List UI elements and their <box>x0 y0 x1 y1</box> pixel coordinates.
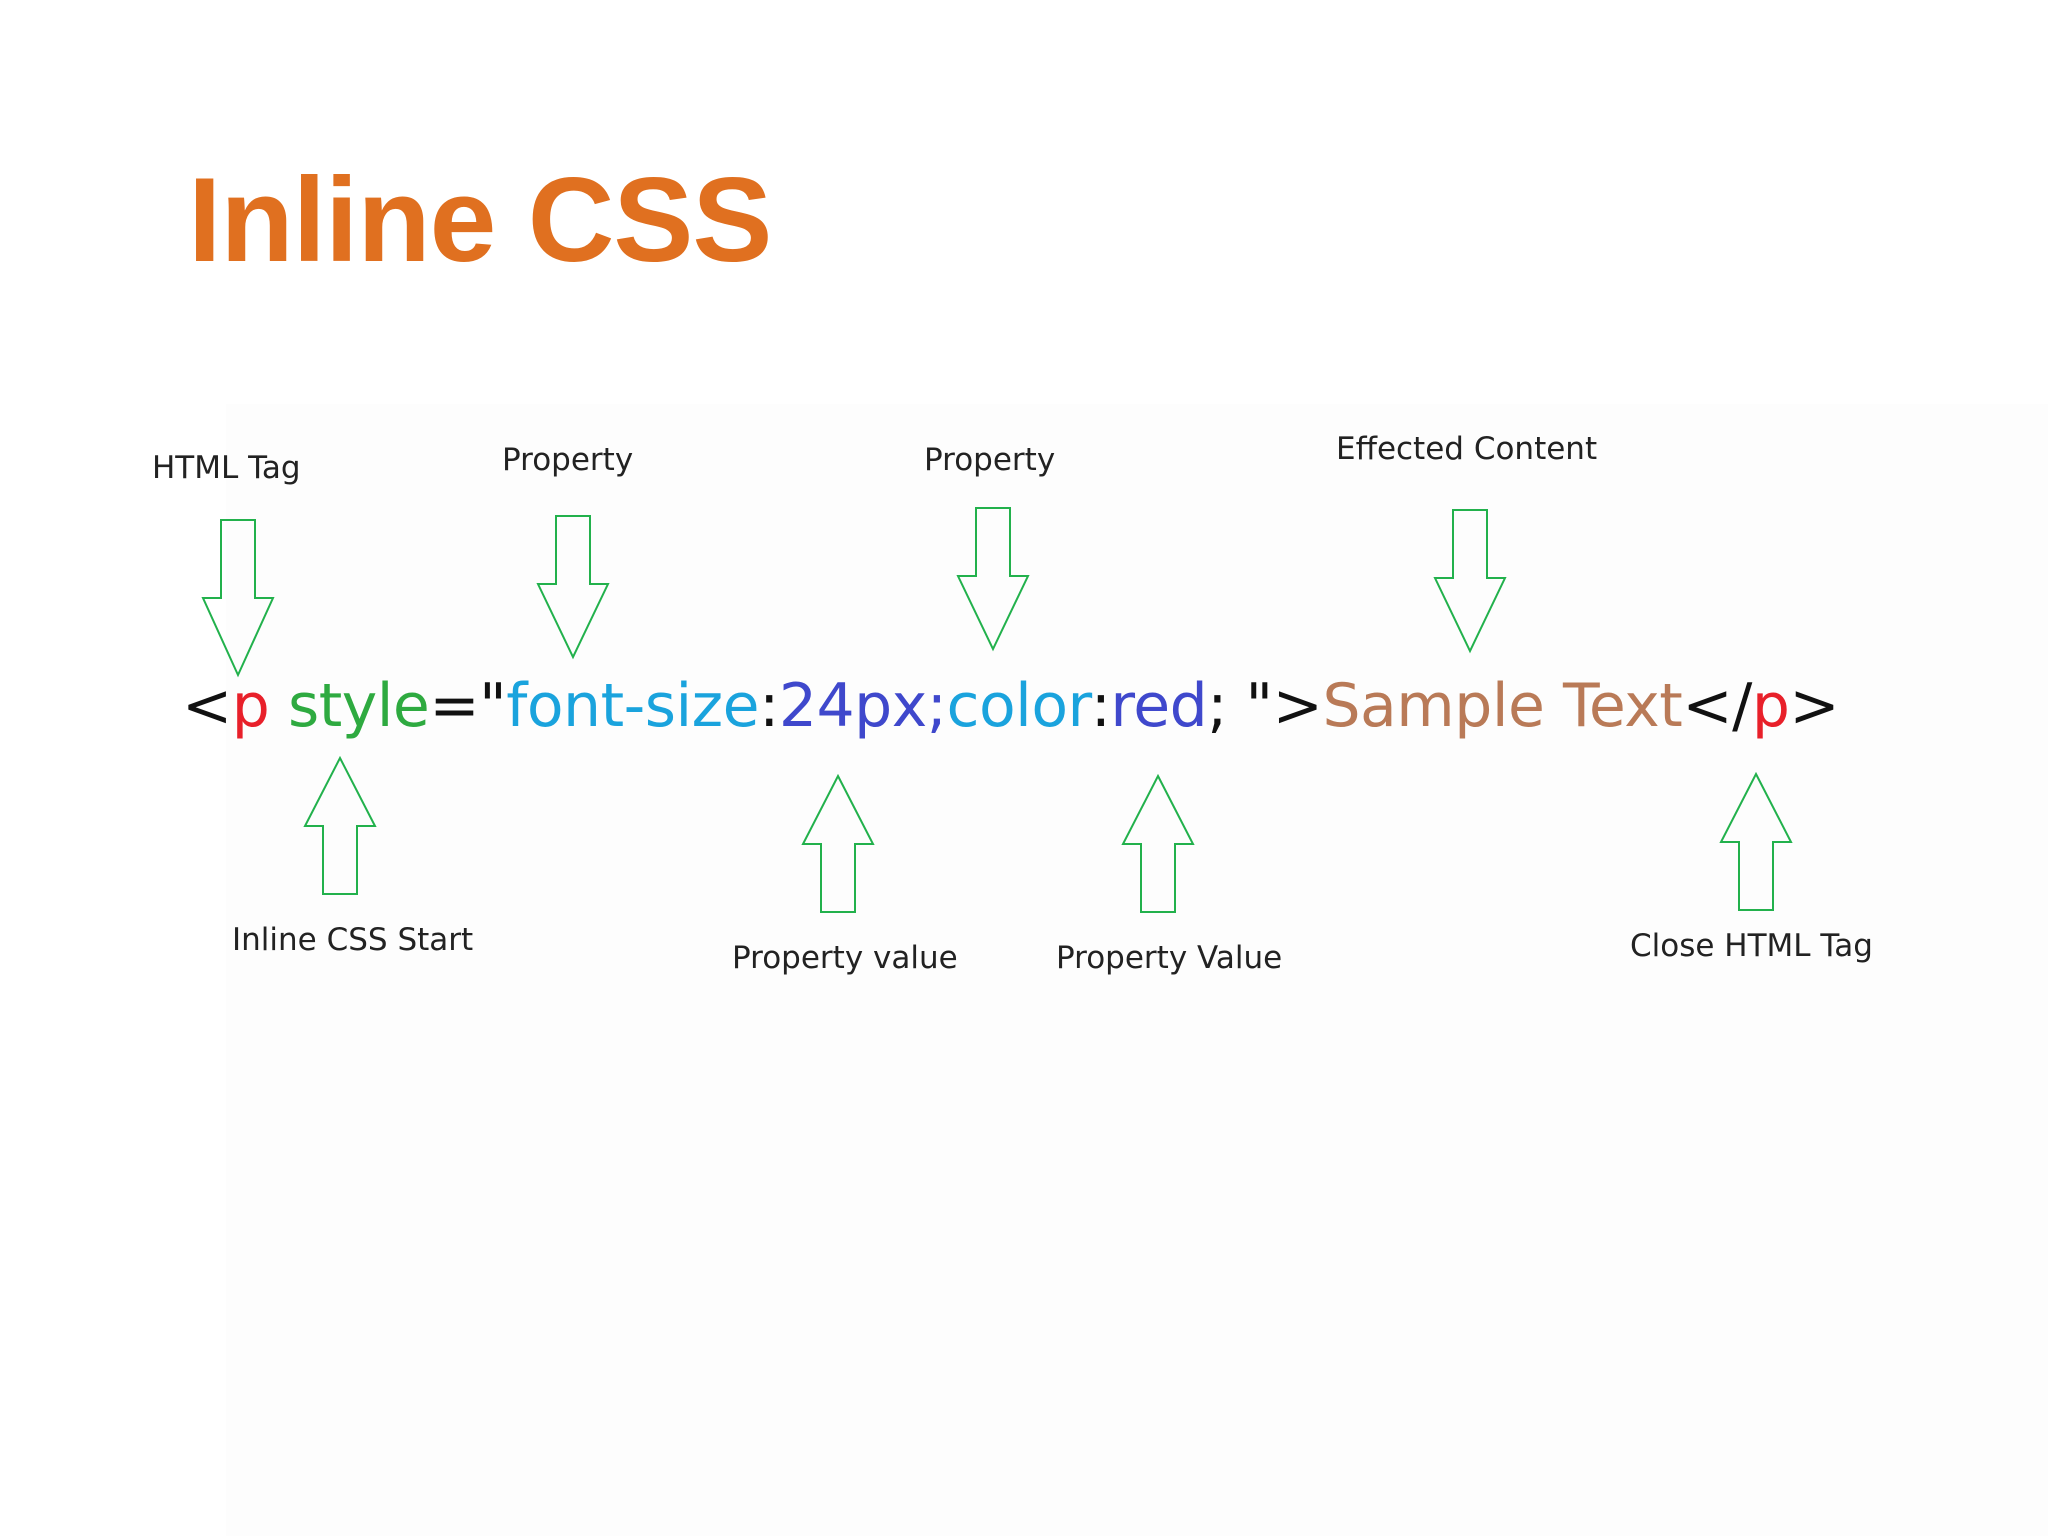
code-token-bracket: < <box>182 671 232 741</box>
label-property-value-red: Property Value <box>1056 940 1283 976</box>
arrow-down-property-color-icon <box>956 507 1030 652</box>
slide-title: Inline CSS <box>188 153 772 287</box>
arrow-down-html-tag-icon <box>201 519 275 678</box>
code-token-bracket: </ <box>1682 671 1752 741</box>
code-token-colon: : <box>759 671 779 741</box>
code-token-semicolon: ; <box>1207 671 1227 741</box>
code-token-punctuation: =" <box>429 671 507 741</box>
code-token-bracket: > <box>1789 671 1840 741</box>
arrow-up-close-html-tag-icon <box>1719 772 1793 911</box>
code-token-property: font-size <box>506 671 760 741</box>
label-property-color: Property <box>924 442 1056 478</box>
code-token-tag-name: p <box>231 671 270 741</box>
arrow-up-property-value-red-icon <box>1121 774 1195 913</box>
code-token-attribute: style <box>287 671 430 741</box>
arrow-up-inline-css-start-icon <box>303 756 377 895</box>
label-property-value-24px: Property value <box>732 940 958 976</box>
label-html-tag: HTML Tag <box>152 450 301 486</box>
code-token-content: Sample Text <box>1322 671 1683 741</box>
code-token-semicolon: ; <box>926 671 947 741</box>
arrow-up-property-value-icon <box>801 774 875 913</box>
slide: Inline CSS HTML Tag Property Property Ef… <box>0 0 2048 1536</box>
arrow-down-effected-content-icon <box>1433 509 1507 654</box>
code-token-punctuation: "> <box>1226 671 1323 741</box>
label-effected-content: Effected Content <box>1336 431 1598 467</box>
inline-css-code-example: <p style="font-size:24px;color:red; ">Sa… <box>182 664 1840 748</box>
label-close-html-tag: Close HTML Tag <box>1630 928 1873 964</box>
code-token-value: 24px <box>778 671 927 741</box>
code-token-colon: : <box>1090 671 1111 741</box>
arrow-down-property-font-size-icon <box>536 515 610 660</box>
label-property-font-size: Property <box>502 442 634 478</box>
label-inline-css-start: Inline CSS Start <box>232 922 474 958</box>
code-token-value: red <box>1110 671 1208 741</box>
code-token-property: color <box>946 671 1091 741</box>
code-token-tag-name: p <box>1751 671 1790 741</box>
